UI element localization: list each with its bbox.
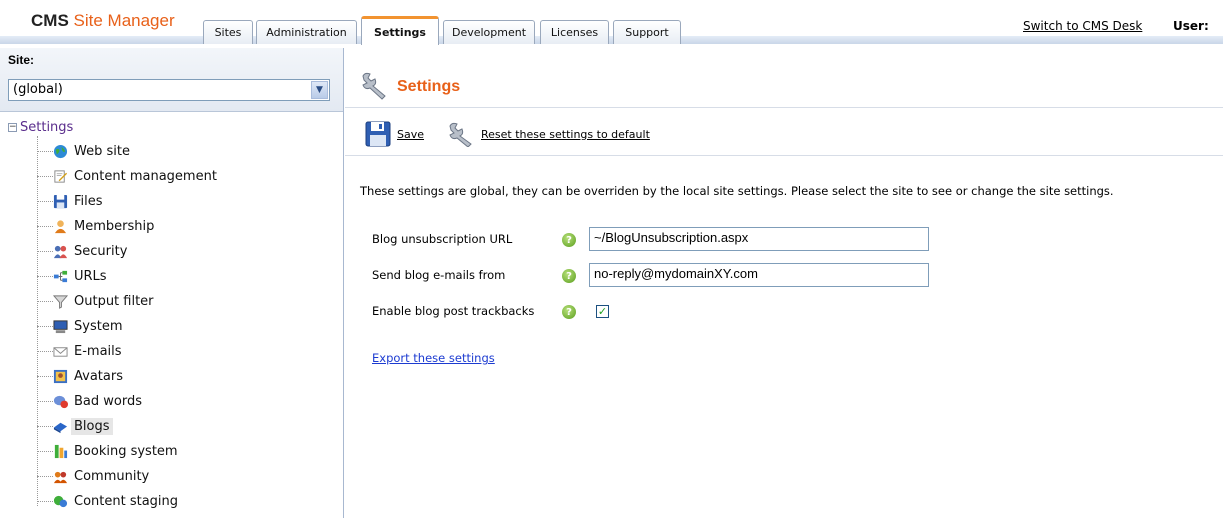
security-users-icon — [53, 245, 68, 258]
tree-item-content-management[interactable]: Content management — [37, 165, 220, 187]
bad-words-icon — [53, 395, 68, 408]
tree-root-label: Settings — [20, 119, 74, 135]
action-bar: Save Reset these settings to default — [345, 109, 1223, 156]
document-edit-icon — [54, 169, 68, 183]
tree-item-label: Content management — [74, 168, 217, 184]
title-bar: Settings — [345, 48, 1223, 108]
tab-administration[interactable]: Administration — [256, 20, 357, 44]
tab-label: Settings — [374, 25, 426, 39]
blog-icon — [53, 422, 68, 433]
sidebar: Site: (global) ▼ − Settings Web site Con… — [0, 48, 344, 518]
send-from-value: no-reply@mydomainXY.com — [594, 266, 758, 281]
tab-label: Support — [625, 26, 669, 39]
globe-icon — [53, 144, 68, 158]
save-icon — [365, 121, 391, 147]
send-from-label: Send blog e-mails from — [372, 268, 506, 282]
trackbacks-checkbox[interactable]: ✓ — [596, 305, 609, 318]
collapse-icon[interactable]: − — [8, 122, 17, 132]
chevron-down-icon[interactable]: ▼ — [311, 81, 328, 99]
wrench-icon — [362, 72, 386, 100]
tab-support[interactable]: Support — [613, 20, 681, 44]
tree-item-avatars[interactable]: Avatars — [37, 365, 126, 387]
save-button[interactable]: Save — [365, 121, 424, 147]
tree-item-web-site[interactable]: Web site — [37, 140, 133, 162]
tree-item-label: Security — [74, 243, 128, 259]
wrench-icon — [449, 122, 472, 147]
tab-sites[interactable]: Sites — [203, 20, 253, 44]
tree-item-label: Avatars — [74, 368, 123, 384]
url-icon — [53, 270, 68, 282]
logo-text: Site Manager — [73, 11, 175, 30]
filter-icon — [53, 294, 68, 309]
site-select-value: (global) — [13, 82, 63, 97]
tree-item-urls[interactable]: URLs — [37, 265, 110, 287]
tree-item-output-filter[interactable]: Output filter — [37, 290, 157, 312]
tab-label: Sites — [214, 26, 242, 39]
user-icon — [54, 219, 67, 233]
tree-item-files[interactable]: Files — [37, 190, 106, 212]
tree-item-community[interactable]: Community — [37, 465, 152, 487]
page-title: Settings — [397, 78, 461, 95]
avatar-icon — [53, 369, 68, 383]
help-icon[interactable]: ? — [562, 233, 576, 247]
reset-to-default-button[interactable]: Reset these settings to default — [447, 121, 650, 147]
tree-item-membership[interactable]: Membership — [37, 215, 157, 237]
tree-item-label: Bad words — [74, 393, 142, 409]
switch-to-cms-desk-link[interactable]: Switch to CMS Desk — [1023, 19, 1142, 33]
unsubscription-url-label: Blog unsubscription URL — [372, 232, 513, 246]
tree-item-label: Community — [74, 468, 150, 484]
site-select[interactable]: (global) ▼ — [8, 79, 330, 101]
tree-root-settings[interactable]: − Settings — [8, 118, 73, 136]
tab-settings[interactable]: Settings — [361, 16, 439, 45]
info-text: These settings are global, they can be o… — [360, 184, 1114, 198]
tree-item-content-staging[interactable]: Content staging — [37, 490, 181, 512]
tree-item-label: URLs — [74, 268, 107, 284]
tree-item-label: Content staging — [74, 493, 179, 509]
tree-item-bad-words[interactable]: Bad words — [37, 390, 145, 412]
tree-item-label: Blogs — [71, 417, 113, 435]
unsubscription-url-value: ~/BlogUnsubscription.aspx — [594, 230, 749, 245]
tab-label: Licenses — [550, 26, 599, 39]
tab-development[interactable]: Development — [443, 20, 535, 44]
tab-licenses[interactable]: Licenses — [540, 20, 609, 44]
tree-item-e-mails[interactable]: E-mails — [37, 340, 125, 362]
community-icon — [53, 471, 68, 483]
tree-item-label: System — [74, 318, 123, 334]
staging-icon — [53, 495, 68, 507]
tree-item-label: Booking system — [74, 443, 178, 459]
monitor-icon — [53, 319, 68, 333]
trackbacks-label: Enable blog post trackbacks — [372, 304, 535, 318]
tree-item-booking-system[interactable]: Booking system — [37, 440, 181, 462]
tree-item-label: Files — [74, 193, 103, 209]
help-icon[interactable]: ? — [562, 269, 576, 283]
header-strip — [0, 36, 1223, 44]
logo-brand: CMS — [31, 11, 69, 30]
tree-item-label: E-mails — [74, 343, 122, 359]
tree-item-blogs[interactable]: Blogs — [37, 415, 113, 437]
tree-item-label: Membership — [74, 218, 155, 234]
site-label: Site: — [8, 53, 35, 67]
help-icon[interactable]: ? — [562, 305, 576, 319]
floppy-icon — [53, 194, 68, 208]
main-content: Settings Save Reset these settings to de… — [345, 48, 1223, 518]
tree-item-system[interactable]: System — [37, 315, 125, 337]
app-logo[interactable]: CMS Site Manager — [31, 11, 175, 31]
top-header: CMS Site Manager Sites Administration Se… — [0, 0, 1223, 45]
tree-item-label: Web site — [74, 143, 130, 159]
tree-item-label: Output filter — [74, 293, 154, 309]
save-label: Save — [397, 127, 425, 141]
reset-label: Reset these settings to default — [481, 127, 650, 141]
tab-label: Administration — [266, 26, 347, 39]
send-from-input[interactable]: no-reply@mydomainXY.com — [589, 263, 929, 287]
unsubscription-url-input[interactable]: ~/BlogUnsubscription.aspx — [589, 227, 929, 251]
envelope-icon — [53, 346, 68, 357]
tree-item-security[interactable]: Security — [37, 240, 130, 262]
site-selector-panel: Site: (global) ▼ — [0, 48, 343, 112]
user-label: User: — [1173, 19, 1209, 33]
booking-icon — [54, 444, 68, 458]
export-settings-link[interactable]: Export these settings — [372, 351, 495, 365]
tab-label: Development — [451, 26, 527, 39]
